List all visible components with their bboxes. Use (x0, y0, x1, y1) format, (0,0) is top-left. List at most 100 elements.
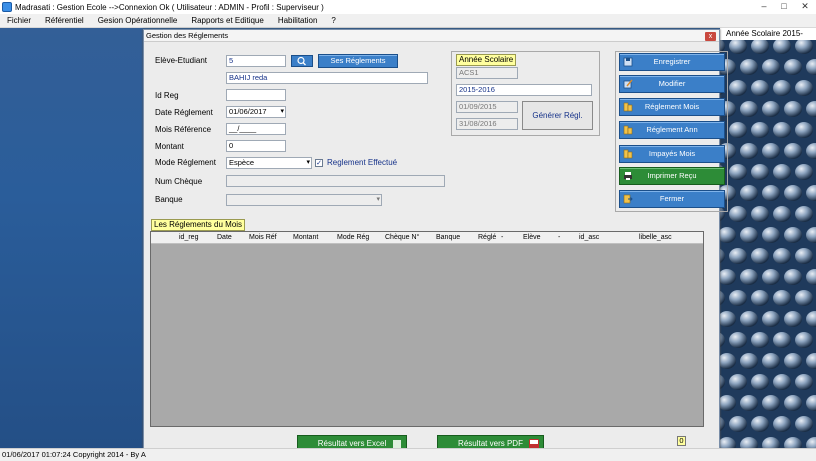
menu-bar: Fichier Référentiel Gesion Opérationnell… (0, 14, 816, 28)
maximize-button[interactable]: □ (777, 1, 791, 11)
sphere-decoration (773, 206, 791, 222)
sphere-decoration (729, 332, 747, 348)
mode-reglement-value: Espèce (229, 158, 255, 167)
date-fin-field: 31/08/2016 (456, 118, 518, 130)
impayes-mois-label: Impayés Mois (648, 149, 696, 158)
menu-referentiel[interactable]: Référentiel (38, 16, 91, 25)
printer-icon (624, 172, 632, 180)
idreg-input[interactable] (226, 89, 286, 101)
sphere-decoration (751, 416, 769, 432)
minimize-button[interactable]: – (757, 1, 771, 11)
menu-fichier[interactable]: Fichier (0, 16, 38, 25)
status-bar: 01/06/2017 01:07:24 Copyright 2014 - By … (0, 448, 816, 461)
search-icon (297, 56, 306, 66)
sphere-decoration (795, 416, 813, 432)
sphere-decoration (773, 332, 791, 348)
sphere-decoration (795, 248, 813, 264)
menu-rapports[interactable]: Rapports et Editique (184, 16, 271, 25)
sphere-decoration (762, 227, 780, 243)
sphere-decoration (751, 80, 769, 96)
imprimer-recu-button[interactable]: Imprimer Reçu (619, 167, 725, 185)
sphere-decoration (729, 206, 747, 222)
annee-scolaire-banner: Année Scolaire 2015-2016 (720, 28, 816, 50)
mois-label: Mois Référence (155, 125, 212, 134)
sphere-decoration (773, 164, 791, 180)
eleve-name-field: BAHIJ reda (226, 72, 428, 84)
col-mode-reg[interactable]: Mode Rég (337, 234, 369, 241)
grid-label: Les Réglements du Mois (151, 219, 246, 231)
sphere-decoration (784, 185, 802, 201)
mode-label: Mode Réglement (155, 158, 216, 167)
col-id-reg[interactable]: id_reg (179, 234, 198, 241)
eleve-label: Elève-Etudiant (155, 56, 208, 65)
sphere-decoration (740, 227, 758, 243)
num-cheque-input[interactable] (226, 175, 445, 187)
col-eleve[interactable]: Elève (523, 234, 541, 241)
report-icon (623, 125, 633, 135)
sphere-decoration (751, 122, 769, 138)
col-banque[interactable]: Banque (436, 234, 460, 241)
sphere-decoration (740, 185, 758, 201)
mode-reglement-select[interactable]: Espèce ▾ (226, 157, 312, 169)
sphere-decoration (729, 248, 747, 264)
reglement-effectue-checkbox[interactable]: ✓ (315, 159, 323, 167)
menu-gestion-operationnelle[interactable]: Gesion Opérationnelle (91, 16, 185, 25)
sphere-decoration (784, 59, 802, 75)
generer-reglements-button[interactable]: Générer Régl. (522, 101, 593, 130)
ses-reglements-button[interactable]: Ses Réglements (318, 54, 398, 68)
col-cheque-n[interactable]: Chèque N° (385, 234, 419, 241)
sphere-decoration (740, 269, 758, 285)
menu-habilitation[interactable]: Habilitation (271, 16, 325, 25)
reglement-annee-button[interactable]: Réglement Ann (619, 121, 725, 139)
mois-reference-input[interactable]: __/____ (226, 123, 286, 135)
banque-label: Banque (155, 195, 183, 204)
col-mois-ref[interactable]: Mois Réf (249, 234, 277, 241)
sphere-decoration (784, 269, 802, 285)
decorative-spheres (720, 40, 816, 448)
annee-code-field: ACS1 (456, 67, 518, 79)
banque-select[interactable]: ▾ (226, 194, 382, 206)
date-debut-field: 01/09/2015 (456, 101, 518, 113)
report-icon (623, 149, 633, 159)
enregistrer-label: Enregistrer (653, 57, 691, 66)
cheque-label: Num Chèque (155, 177, 203, 186)
col-sep-2: - (558, 234, 561, 241)
date-label: Date Réglement (155, 108, 213, 117)
col-date[interactable]: Date (217, 234, 232, 241)
search-eleve-button[interactable] (291, 55, 313, 67)
sphere-decoration (740, 143, 758, 159)
enregistrer-button[interactable]: Enregistrer (619, 53, 725, 71)
reglement-effectue-label: Reglement Effectué (327, 158, 398, 167)
sphere-decoration (784, 353, 802, 369)
window-title: Madrasati : Gestion Ecole -->Connexion O… (15, 2, 324, 12)
sphere-decoration (773, 122, 791, 138)
sphere-decoration (795, 206, 813, 222)
impayes-mois-button[interactable]: Impayés Mois (619, 145, 725, 163)
chevron-down-icon: ▾ (306, 159, 310, 166)
menu-help[interactable]: ? (324, 16, 342, 25)
fermer-label: Fermer (659, 194, 685, 203)
dialog-close-button[interactable]: x (705, 32, 716, 41)
sphere-decoration (795, 332, 813, 348)
col-montant[interactable]: Montant (293, 234, 318, 241)
exit-icon (623, 194, 633, 204)
app-icon (2, 2, 12, 12)
mdi-background-left (0, 28, 143, 448)
reglements-grid[interactable]: id_reg Date Mois Réf Montant Mode Rég Ch… (150, 231, 704, 427)
eleve-id-input[interactable]: 5 (226, 55, 286, 67)
modifier-label: Modifier (658, 79, 686, 88)
sphere-decoration (751, 206, 769, 222)
modifier-button[interactable]: Modifier (619, 75, 725, 93)
fermer-button[interactable]: Fermer (619, 190, 725, 208)
montant-input[interactable]: 0 (226, 140, 286, 152)
col-regle[interactable]: Réglé (478, 234, 496, 241)
chevron-down-icon: ▾ (376, 196, 380, 203)
col-libelle-asc[interactable]: libelle_asc (639, 234, 672, 241)
close-window-button[interactable]: ✕ (798, 1, 812, 12)
date-reglement-picker[interactable]: 01/06/2017 ▾ (226, 106, 286, 118)
export-pdf-label: Résultat vers PDF (458, 439, 523, 448)
sphere-decoration (773, 80, 791, 96)
sphere-decoration (740, 353, 758, 369)
reglement-mois-button[interactable]: Réglement Mois (619, 98, 725, 116)
col-id-asc[interactable]: id_asc (579, 234, 599, 241)
